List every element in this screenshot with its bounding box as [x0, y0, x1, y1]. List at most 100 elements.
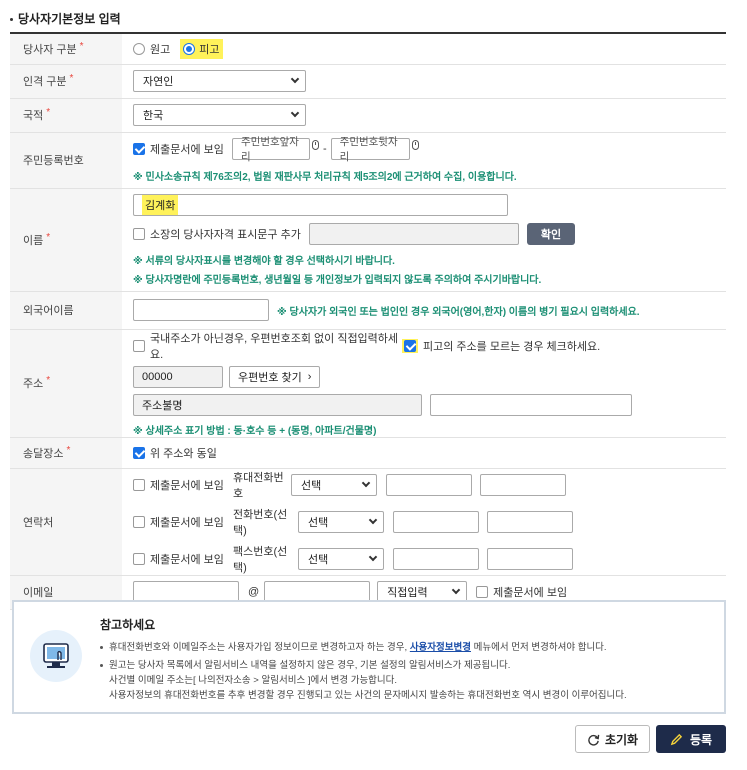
unknown-address-highlight [402, 338, 418, 353]
row-nationality: 국적 * 한국 [10, 98, 726, 133]
confirm-button[interactable]: 확인 [527, 222, 575, 245]
name-notice-2: ※ 당사자명란에 주민등록번호, 생년월일 등 개인정보가 입력되지 않도록 주… [133, 274, 542, 286]
mobile-type-label: 휴대전화번호 [233, 471, 284, 500]
reference-box: 참고하세요 휴대전화번호와 이메일주소는 사용자가입 정보이므로 변경하고자 하… [12, 600, 726, 714]
bullet-dot [10, 18, 13, 22]
reference-item-3: 사건별 이메일 주소는[ 나의전자소송 > 알림서비스 ]에서 변경 가능합니다… [109, 675, 398, 686]
fax-prefix-select[interactable]: 선택 [298, 547, 384, 570]
chevron-down-icon [451, 585, 461, 595]
rrn-back-input[interactable]: 주민번호뒷자리 [330, 136, 410, 163]
same-address-label: 위 주소와 동일 [150, 447, 217, 460]
mobile-middle-input[interactable] [386, 473, 472, 496]
foreign-name-input[interactable] [133, 299, 269, 321]
phone-submit-checkbox[interactable] [133, 515, 145, 528]
unknown-address-checkbox[interactable] [404, 339, 416, 352]
user-info-change-link[interactable]: 사용자정보변경 [410, 642, 471, 653]
reset-label: 초기화 [604, 732, 639, 747]
postcode-search-button[interactable]: 우편번호 찾기 › [229, 365, 321, 388]
phone-submit-label: 제출문서에 보임 [150, 516, 224, 529]
party-info-form: 당사자 구분 * 원고 피고 인격 구분 * 자연인 국적 * 한국 주민등록번… [10, 34, 726, 610]
fax-middle-input[interactable] [393, 547, 479, 570]
fax-submit-label: 제출문서에 보임 [150, 553, 224, 566]
rrn-label: 주민등록번호 [10, 132, 122, 189]
party-type-label: 당사자 구분 * [10, 34, 122, 65]
party-qualification-input[interactable] [309, 222, 519, 245]
radio-defendant[interactable] [183, 42, 196, 55]
party-qualification-label: 소장의 당사자자격 표시문구 추가 [150, 228, 301, 241]
unknown-address-label: 피고의 주소를 모르는 경우 체크하세요. [423, 340, 601, 353]
radio-plaintiff[interactable] [133, 42, 145, 55]
radio-plaintiff-label: 원고 [150, 43, 171, 56]
row-contact: 연락처 제출문서에 보임 휴대전화번호 선택 제출문서에 보임 전화번호(선택)… [10, 468, 726, 576]
rrn-submit-checkbox[interactable] [133, 142, 145, 155]
fax-submit-checkbox[interactable] [133, 552, 145, 565]
rrn-submit-label: 제출문서에 보임 [150, 143, 224, 156]
nationality-label: 국적 * [10, 98, 122, 133]
email-at: @ [248, 586, 260, 598]
delivery-label: 송달장소 * [10, 437, 122, 469]
postcode-input[interactable]: 00000 [133, 365, 223, 388]
row-address: 주소 * 국내주소가 아닌경우, 우편번호조회 없이 직접입력하세요. 피고의 주… [10, 329, 726, 438]
section-title-text: 당사자기본정보 입력 [18, 12, 121, 26]
row-foreign-name: 외국어이름 ※ 당사자가 외국인 또는 법인인 경우 외국어(영어,한자) 이름… [10, 291, 726, 330]
submit-button[interactable]: 등록 [656, 725, 726, 753]
address-input[interactable]: 주소불명 [133, 393, 422, 416]
mobile-submit-label: 제출문서에 보임 [150, 479, 224, 492]
email-submit-checkbox[interactable] [476, 586, 489, 598]
name-notice-1: ※ 서류의 당사자표시를 변경해야 할 경우 선택하시기 바랍니다. [133, 255, 395, 267]
reference-item-2: 원고는 당사자 목록에서 알림서비스 내역을 설정하지 않은 경우, 기본 설정… [100, 658, 627, 673]
reference-item-1: 휴대전화번호와 이메일주소는 사용자가입 정보이므로 변경하고자 하는 경우, … [100, 640, 627, 655]
phone-last-input[interactable] [487, 510, 573, 533]
submit-label: 등록 [689, 732, 713, 747]
fax-last-input[interactable] [487, 547, 573, 570]
foreign-name-label: 외국어이름 [10, 291, 122, 330]
name-value: 김계화 [142, 194, 179, 215]
address-label: 주소 * [10, 329, 122, 438]
row-name: 이름 * 김계화 소장의 당사자자격 표시문구 추가 확인 ※ 서류의 당사자표시… [10, 188, 726, 292]
manual-address-checkbox[interactable] [133, 339, 145, 352]
rrn-dash: - [323, 142, 327, 155]
reference-list: 휴대전화번호와 이메일주소는 사용자가입 정보이므로 변경하고자 하는 경우, … [100, 640, 627, 703]
row-delivery: 송달장소 * 위 주소와 동일 [10, 437, 726, 469]
address-detail-input[interactable] [430, 393, 632, 416]
name-label: 이름 * [10, 188, 122, 292]
rrn-front-input[interactable]: 주민번호앞자리 [232, 136, 310, 163]
row-party-type: 당사자 구분 * 원고 피고 [10, 34, 726, 65]
contact-row-mobile: 제출문서에 보임 휴대전화번호 선택 [133, 469, 726, 501]
chevron-right-icon: › [307, 370, 312, 383]
manual-address-label: 국내주소가 아닌경우, 우편번호조회 없이 직접입력하세요. [150, 332, 399, 361]
info-kiosk-icon [30, 630, 82, 682]
address-notice: ※ 상세주소 표기 방법 : 동·호수 등 + (동명, 아파트/건물명) [133, 425, 377, 437]
name-input[interactable]: 김계화 [133, 193, 508, 216]
pencil-icon [670, 733, 683, 745]
person-type-label: 인격 구분 * [10, 64, 122, 99]
mobile-last-input[interactable] [480, 473, 566, 496]
chevron-down-icon [361, 478, 371, 487]
chevron-down-icon [368, 515, 378, 524]
email-submit-label: 제출문서에 보임 [493, 587, 568, 599]
reset-button[interactable]: 초기화 [575, 725, 650, 753]
defendant-highlight: 피고 [180, 38, 223, 59]
mobile-prefix-select[interactable]: 선택 [291, 473, 377, 496]
refresh-icon [588, 734, 600, 746]
contact-row-fax: 제출문서에 보임 팩스번호(선택) 선택 [133, 543, 726, 575]
party-qualification-checkbox[interactable] [133, 227, 145, 240]
chevron-down-icon [290, 74, 300, 84]
nationality-select[interactable]: 한국 [133, 104, 306, 126]
reference-title: 참고하세요 [100, 618, 156, 632]
phone-type-label: 전화번호(선택) [233, 508, 288, 537]
chevron-down-icon [290, 108, 300, 118]
foreign-name-notice: ※ 당사자가 외국인 또는 법인인 경우 외국어(영어,한자) 이름의 병기 필… [277, 306, 640, 318]
fax-type-label: 팩스번호(선택) [233, 545, 288, 574]
section-title: 당사자기본정보 입력 [10, 10, 121, 27]
rrn-notice: ※ 민사소송규칙 제76조의2, 법원 재판사무 처리규칙 제5조의2에 근거하… [133, 171, 517, 183]
mobile-submit-checkbox[interactable] [133, 478, 145, 491]
contact-label: 연락처 [10, 468, 122, 576]
phone-prefix-select[interactable]: 선택 [298, 510, 384, 533]
reference-item-4: 사용자정보의 휴대전화번호를 추후 변경할 경우 진행되고 있는 사건의 문자메… [109, 690, 627, 701]
contact-row-phone: 제출문서에 보임 전화번호(선택) 선택 [133, 506, 726, 538]
person-type-select[interactable]: 자연인 [133, 70, 306, 92]
same-address-checkbox[interactable] [133, 446, 145, 459]
phone-middle-input[interactable] [393, 510, 479, 533]
row-rrn: 주민등록번호 제출문서에 보임 주민번호앞자리 - 주민번호뒷자리 ※ 민사소송… [10, 132, 726, 189]
